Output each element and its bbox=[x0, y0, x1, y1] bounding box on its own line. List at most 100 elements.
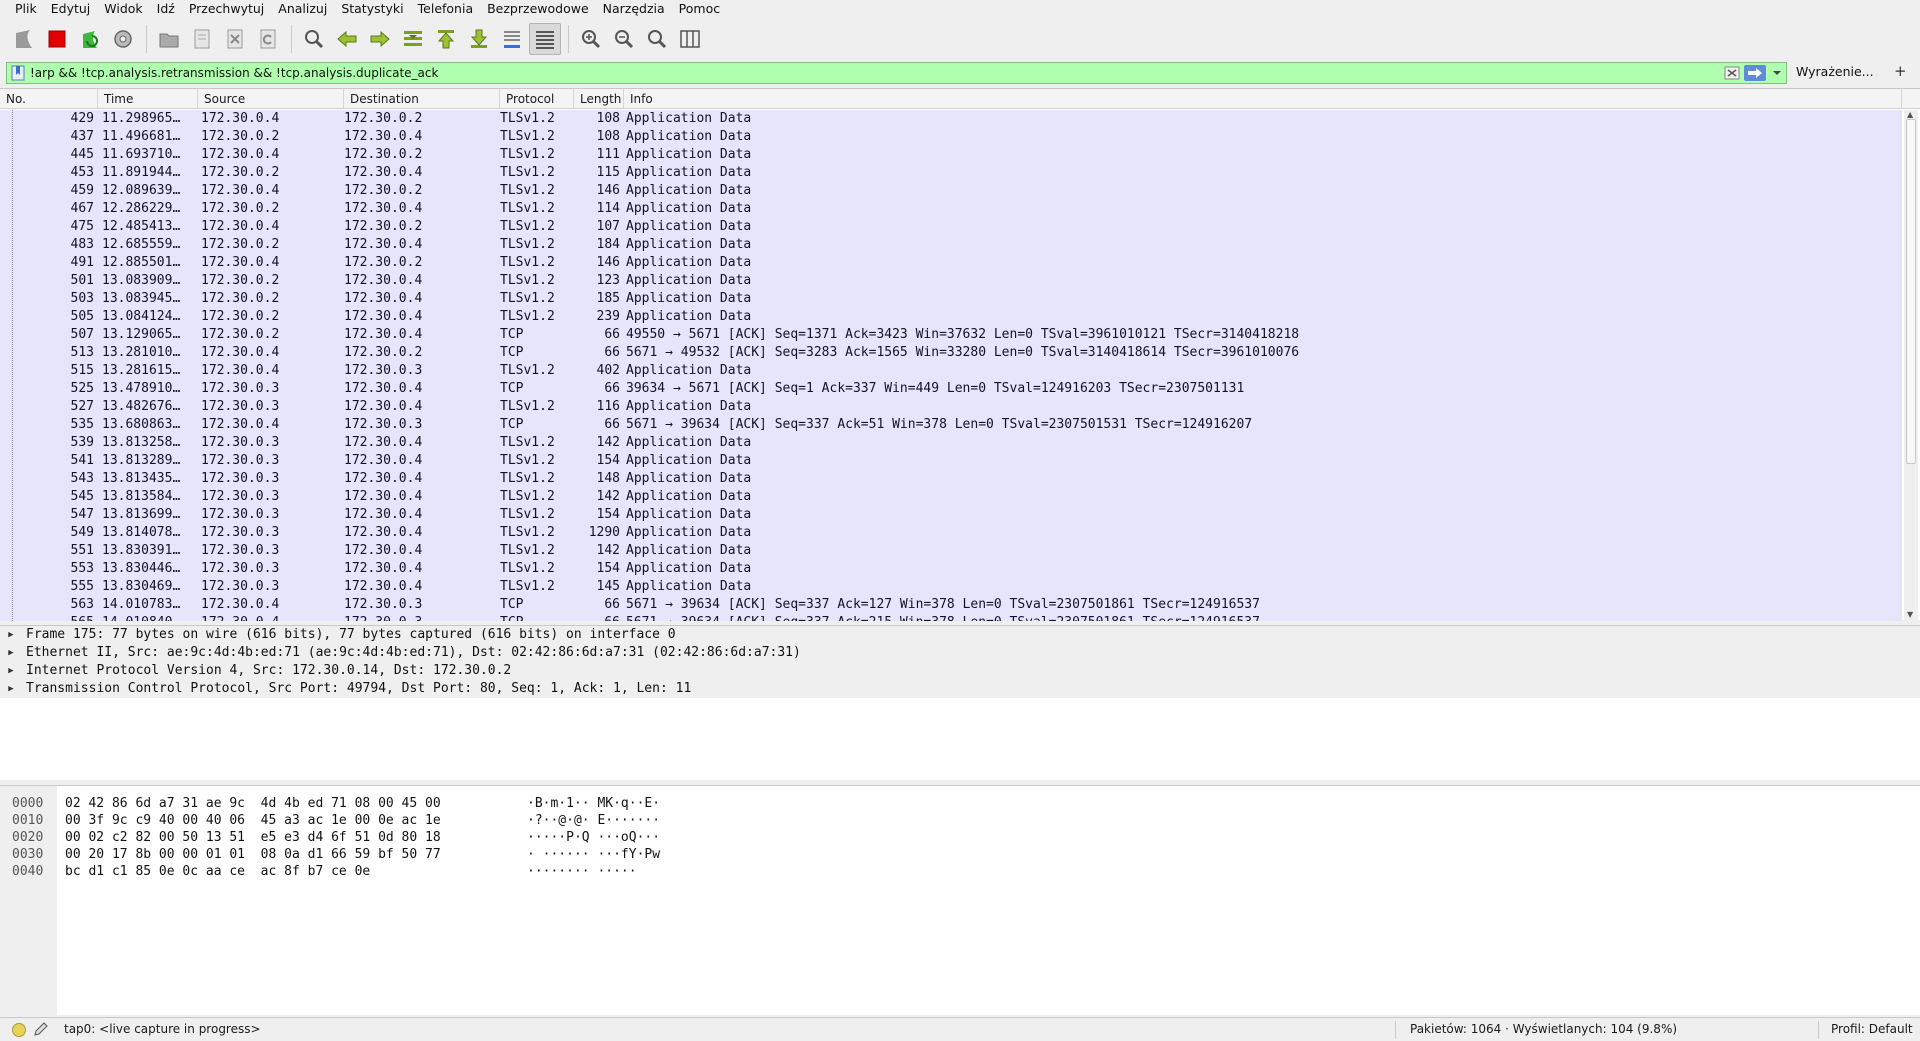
go-forward-icon[interactable] bbox=[364, 23, 396, 55]
column-header[interactable]: Time bbox=[98, 88, 198, 109]
expand-arrow-icon[interactable]: ▶ bbox=[0, 626, 16, 644]
colorize-icon[interactable] bbox=[529, 23, 561, 55]
edit-comment-icon[interactable] bbox=[33, 1021, 49, 1037]
go-back-icon[interactable] bbox=[331, 23, 363, 55]
menu-item-9[interactable]: Narzędzia bbox=[596, 0, 672, 18]
expand-arrow-icon[interactable]: ▶ bbox=[0, 644, 16, 662]
column-header[interactable]: No. bbox=[0, 88, 98, 109]
capture-options-icon[interactable] bbox=[107, 23, 139, 55]
zoom-normal-icon[interactable] bbox=[641, 23, 673, 55]
packet-row[interactable]: 539 13.813258… 172.30.0.3 172.30.0.4 TLSv1.2… bbox=[0, 434, 1902, 452]
packet-row[interactable]: 501 13.083909… 172.30.0.2 172.30.0.4 TLSv1.2… bbox=[0, 272, 1902, 290]
packet-row[interactable]: 541 13.813289… 172.30.0.3 172.30.0.4 TLSv1.2… bbox=[0, 452, 1902, 470]
packet-row[interactable]: 553 13.830446… 172.30.0.3 172.30.0.4 TLSv1.2… bbox=[0, 560, 1902, 578]
packet-row[interactable]: 507 13.129065… 172.30.0.2 172.30.0.4 TCP 66 49… bbox=[0, 326, 1902, 344]
profile-text[interactable]: Profil: Default bbox=[1831, 1022, 1913, 1036]
packet-row[interactable]: 551 13.830391… 172.30.0.3 172.30.0.4 TLSv1.2… bbox=[0, 542, 1902, 560]
detail-tree-row[interactable]: ▶ Internet Protocol Version 4, Src: 172.3… bbox=[0, 662, 1920, 680]
bytes-row[interactable]: 0010 00 3f 9c c9 40 00 40 06 45 a3 ac 1e … bbox=[0, 812, 900, 829]
packet-row[interactable]: 437 11.496681… 172.30.0.2 172.30.0.4 TLSv1.2… bbox=[0, 128, 1902, 146]
expand-arrow-icon[interactable]: ▶ bbox=[0, 680, 16, 698]
apply-filter-button[interactable] bbox=[1744, 65, 1766, 81]
save-file-icon[interactable] bbox=[186, 23, 218, 55]
restart-capture-icon[interactable] bbox=[74, 23, 106, 55]
column-header[interactable]: Length bbox=[574, 88, 624, 109]
expand-arrow-icon[interactable]: ▶ bbox=[0, 662, 16, 680]
bytes-row[interactable]: 0020 00 02 c2 82 00 50 13 51 e5 e3 d4 6f … bbox=[0, 829, 900, 846]
find-packet-icon[interactable] bbox=[298, 23, 330, 55]
packet-row[interactable]: 429 11.298965… 172.30.0.4 172.30.0.2 TLSv1.2… bbox=[0, 110, 1902, 128]
bytes-row[interactable]: 0000 02 42 86 6d a7 31 ae 9c 4d 4b ed 71 … bbox=[0, 795, 900, 812]
packet-row[interactable]: 475 12.485413… 172.30.0.4 172.30.0.2 TLSv1.2… bbox=[0, 218, 1902, 236]
packet-row[interactable]: 545 13.813584… 172.30.0.3 172.30.0.4 TLSv1.2… bbox=[0, 488, 1902, 506]
packet-row[interactable]: 513 13.281010… 172.30.0.4 172.30.0.2 TCP 66 56… bbox=[0, 344, 1902, 362]
zoom-out-icon[interactable] bbox=[608, 23, 640, 55]
bytes-row[interactable]: 0040 bc d1 c1 85 0e 0c aa ce ac 8f b7 ce … bbox=[0, 863, 900, 880]
column-header[interactable]: Source bbox=[198, 88, 344, 109]
packet-row[interactable]: 527 13.482676… 172.30.0.3 172.30.0.4 TLSv1.2… bbox=[0, 398, 1902, 416]
packet-row[interactable]: 445 11.693710… 172.30.0.4 172.30.0.2 TLSv1.2… bbox=[0, 146, 1902, 164]
packet-row[interactable]: 535 13.680863… 172.30.0.4 172.30.0.3 TCP 66 56… bbox=[0, 416, 1902, 434]
scroll-down-icon[interactable]: ▼ bbox=[1907, 610, 1913, 619]
menu-item-8[interactable]: Bezprzewodowe bbox=[480, 0, 596, 18]
expert-info-led-icon[interactable] bbox=[12, 1023, 26, 1037]
packet-row[interactable]: 549 13.814078… 172.30.0.3 172.30.0.4 TLSv1.2… bbox=[0, 524, 1902, 542]
first-packet-icon[interactable] bbox=[430, 23, 462, 55]
packet-row[interactable]: 555 13.830469… 172.30.0.3 172.30.0.4 TLSv1.2… bbox=[0, 578, 1902, 596]
stop-capture-icon[interactable] bbox=[41, 23, 73, 55]
open-file-icon[interactable] bbox=[153, 23, 185, 55]
packet-row[interactable]: 543 13.813435… 172.30.0.3 172.30.0.4 TLSv1.2… bbox=[0, 470, 1902, 488]
autoscroll-icon[interactable] bbox=[496, 23, 528, 55]
menu-item-3[interactable]: Idź bbox=[150, 0, 182, 18]
close-file-icon[interactable] bbox=[219, 23, 251, 55]
packet-cell-proto: TLSv1.2 bbox=[500, 399, 555, 414]
shark-fin-start-icon[interactable] bbox=[8, 23, 40, 55]
detail-tree-row[interactable]: ▶ Frame 175: 77 bytes on wire (616 bits),… bbox=[0, 626, 1920, 644]
menu-item-5[interactable]: Analizuj bbox=[271, 0, 334, 18]
column-header[interactable]: Destination bbox=[344, 88, 500, 109]
menu-item-10[interactable]: Pomoc bbox=[672, 0, 727, 18]
packet-row[interactable]: 547 13.813699… 172.30.0.3 172.30.0.4 TLSv1.2… bbox=[0, 506, 1902, 524]
packet-list-scrollbar[interactable]: ▲ ▼ bbox=[1904, 110, 1918, 621]
menu-item-2[interactable]: Widok bbox=[97, 0, 149, 18]
add-filter-button[interactable]: + bbox=[1894, 62, 1907, 80]
go-to-packet-icon[interactable] bbox=[397, 23, 429, 55]
packet-cell-proto: TLSv1.2 bbox=[500, 453, 555, 468]
packet-cell-info: Application Data bbox=[626, 561, 752, 576]
packet-row[interactable]: 453 11.891944… 172.30.0.2 172.30.0.4 TLSv1.2… bbox=[0, 164, 1902, 182]
detail-tree-row[interactable]: ▶ Transmission Control Protocol, Src Port… bbox=[0, 680, 1920, 698]
chevron-down-icon[interactable] bbox=[1770, 65, 1784, 81]
packet-row[interactable]: 515 13.281615… 172.30.0.4 172.30.0.3 TLSv1.2… bbox=[0, 362, 1902, 380]
packet-cell-time: 11.298965… bbox=[102, 111, 181, 126]
bookmark-icon[interactable] bbox=[11, 65, 25, 81]
packet-row[interactable]: 505 13.084124… 172.30.0.2 172.30.0.4 TLSv1.2… bbox=[0, 308, 1902, 326]
menu-item-6[interactable]: Statystyki bbox=[334, 0, 410, 18]
menu-item-1[interactable]: Edytuj bbox=[44, 0, 98, 18]
scroll-up-icon[interactable]: ▲ bbox=[1907, 110, 1913, 119]
packet-row[interactable]: 56514.010840…172.30.0.4172.30.0.3TCP6656… bbox=[0, 614, 1902, 621]
bytes-row[interactable]: 0030 00 20 17 8b 00 00 01 01 08 0a d1 66 … bbox=[0, 846, 900, 863]
menu-item-0[interactable]: Plik bbox=[8, 0, 44, 18]
menu-item-4[interactable]: Przechwytuj bbox=[182, 0, 271, 18]
expression-button[interactable]: Wyrażenie... bbox=[1796, 64, 1874, 79]
packet-row[interactable]: 525 13.478910… 172.30.0.3 172.30.0.4 TCP 66 39… bbox=[0, 380, 1902, 398]
clear-filter-icon[interactable] bbox=[1724, 65, 1740, 81]
zoom-in-icon[interactable] bbox=[575, 23, 607, 55]
packet-row[interactable]: 563 14.010783… 172.30.0.4 172.30.0.3 TCP 66 56… bbox=[0, 596, 1902, 614]
detail-tree-row[interactable]: ▶ Ethernet II, Src: ae:9c:4d:4b:ed:71 (ae… bbox=[0, 644, 1920, 662]
reload-icon[interactable] bbox=[252, 23, 284, 55]
packet-cell-len: 108 bbox=[596, 129, 620, 144]
display-filter-input[interactable] bbox=[28, 64, 1724, 82]
packet-row[interactable]: 467 12.286229… 172.30.0.2 172.30.0.4 TLSv1.2… bbox=[0, 200, 1902, 218]
column-header[interactable]: Protocol bbox=[500, 88, 574, 109]
packet-cell-dst: 172.30.0.4 bbox=[344, 129, 423, 144]
packet-row[interactable]: 459 12.089639… 172.30.0.4 172.30.0.2 TLSv1.2… bbox=[0, 182, 1902, 200]
column-header[interactable]: Info bbox=[624, 88, 1902, 109]
packet-row[interactable]: 503 13.083945… 172.30.0.2 172.30.0.4 TLSv1.2… bbox=[0, 290, 1902, 308]
packet-row[interactable]: 483 12.685559… 172.30.0.2 172.30.0.4 TLSv1.2… bbox=[0, 236, 1902, 254]
menu-item-7[interactable]: Telefonia bbox=[411, 0, 480, 18]
packet-row[interactable]: 491 12.885501… 172.30.0.4 172.30.0.2 TLSv1.2… bbox=[0, 254, 1902, 272]
last-packet-icon[interactable] bbox=[463, 23, 495, 55]
scrollbar-thumb[interactable] bbox=[1906, 119, 1916, 464]
resize-columns-icon[interactable] bbox=[674, 23, 706, 55]
